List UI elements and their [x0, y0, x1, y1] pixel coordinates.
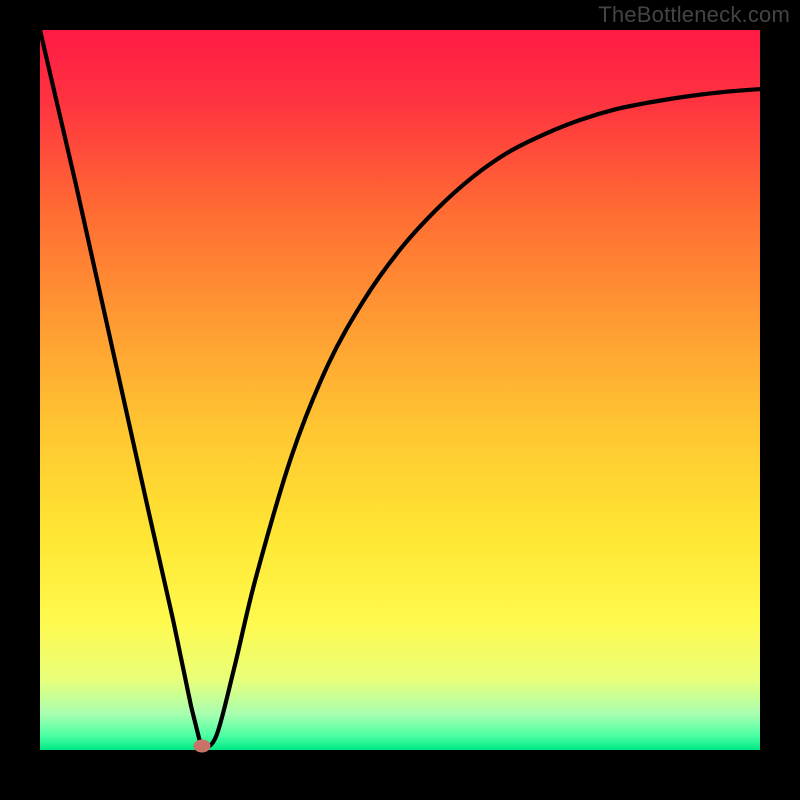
optimal-point-marker — [194, 740, 211, 753]
plot-background — [40, 30, 760, 750]
bottleneck-plot — [0, 0, 800, 800]
chart-frame: TheBottleneck.com — [0, 0, 800, 800]
watermark-text: TheBottleneck.com — [598, 2, 790, 28]
